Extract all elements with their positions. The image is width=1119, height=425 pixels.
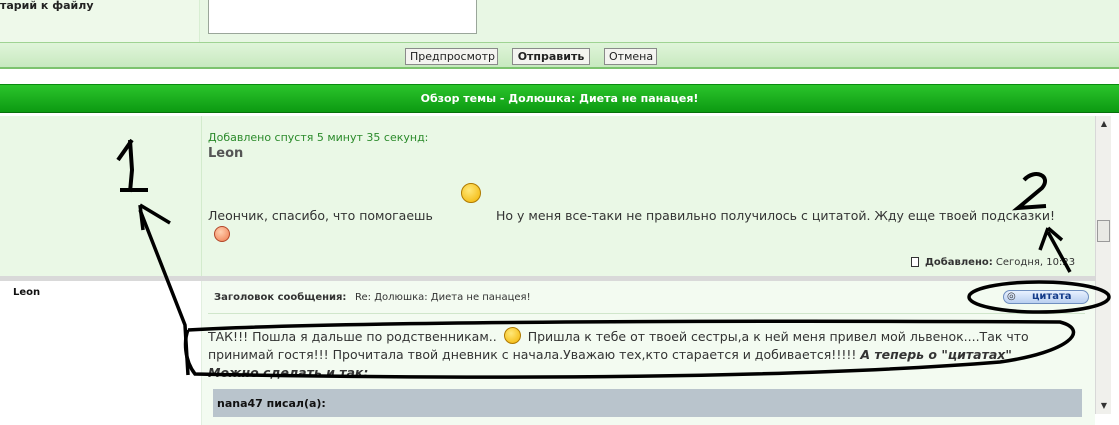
- scrollbar-thumb[interactable]: [1097, 220, 1110, 242]
- quote-bubble-icon: ◎: [1007, 291, 1016, 302]
- quote-block-header: nana47 писал(а):: [213, 389, 1082, 417]
- post-2-emphasis-1: А теперь о "цитатах": [860, 347, 1012, 362]
- attachment-comment-textarea[interactable]: [208, 0, 477, 34]
- post-subject-label: Заголовок сообщения:: [214, 292, 347, 303]
- post-2-header-divider: [208, 313, 1085, 314]
- post-1-text-part2: Но у меня все-таки не правильно получило…: [496, 208, 1056, 223]
- post-subject-value: Re: Долюшка: Диета не панацея!: [355, 292, 531, 303]
- attachment-comment-label-cell: тарий к файлу: [0, 0, 200, 42]
- quote-button-label: цитата: [1032, 291, 1072, 302]
- quote-author: nana47 писал(а):: [217, 397, 326, 410]
- scroll-up-arrow-icon[interactable]: ▲: [1097, 117, 1111, 131]
- post-2-author-cell: [0, 281, 202, 425]
- post-link-icon[interactable]: [911, 257, 919, 267]
- dancing-smiley-icon: [461, 183, 481, 203]
- attachment-comment-label: тарий к файлу: [0, 0, 94, 12]
- posted-value: Сегодня, 10:23: [995, 257, 1076, 268]
- quote-button[interactable]: ◎ цитата: [1003, 290, 1089, 304]
- post-2-author: Leon: [13, 287, 41, 298]
- scroll-down-arrow-icon[interactable]: ▼: [1097, 399, 1111, 413]
- post-1-text-part1: Леончик, спасибо, что помогаешь: [208, 208, 433, 223]
- topic-review-title: Обзор темы - Долюшка: Диета не панацея!: [420, 92, 699, 105]
- post-1-added-after: Добавлено спустя 5 минут 35 секунд:: [208, 131, 429, 144]
- post-2-body: ТАК!!! Пошла я дальше по родственникам..…: [208, 327, 1078, 382]
- topic-review-header: Обзор темы - Долюшка: Диета не панацея!: [0, 84, 1119, 113]
- grinning-smiley-icon: [503, 327, 521, 344]
- vertical-scrollbar[interactable]: ▲ ▼: [1095, 116, 1111, 414]
- posted-label: Добавлено:: [925, 257, 993, 268]
- form-buttons-bar: Предпросмотр Отправить Отмена: [0, 42, 1119, 69]
- cancel-button[interactable]: Отмена: [604, 48, 657, 65]
- post-1-inline-author: Leon: [208, 146, 244, 161]
- post-1-author-cell: [0, 116, 202, 276]
- post-2-emphasis-2: Можно сделать и так:: [208, 365, 369, 380]
- post-2-text-part1: ТАК!!! Пошла я дальше по родственникам..: [208, 329, 497, 344]
- submit-button[interactable]: Отправить: [512, 48, 590, 65]
- post-1-posted-time: Добавлено: Сегодня, 10:23: [925, 257, 1075, 268]
- preview-button[interactable]: Предпросмотр: [405, 48, 498, 65]
- blushing-smiley-icon: [214, 226, 230, 242]
